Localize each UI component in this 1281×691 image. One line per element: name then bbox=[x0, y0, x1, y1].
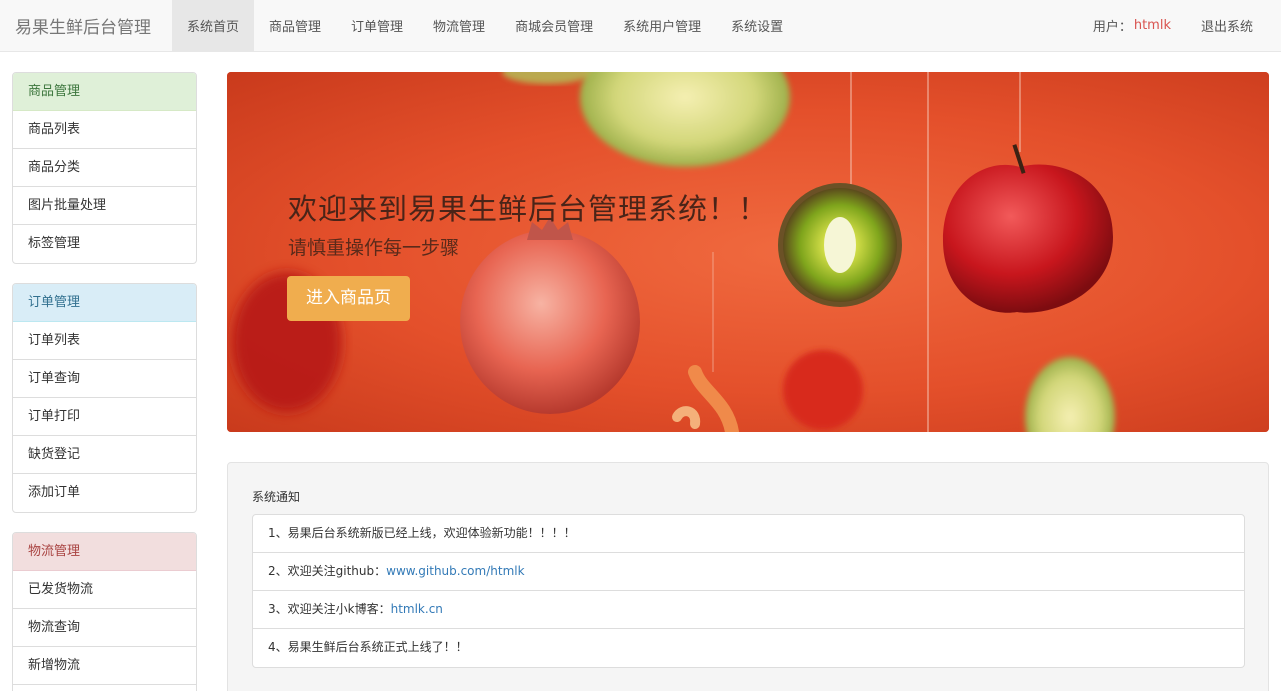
nav-logistics[interactable]: 物流管理 bbox=[418, 0, 500, 51]
sidebar-item-shipped[interactable]: 已发货物流 bbox=[13, 571, 196, 609]
notice-item: 2、欢迎关注github：www.github.com/htmlk bbox=[253, 553, 1244, 591]
sidebar-item-image-batch[interactable]: 图片批量处理 bbox=[13, 187, 196, 225]
panel-heading-logistics[interactable]: 物流管理 bbox=[13, 533, 196, 571]
sidebar-item-order-search[interactable]: 订单查询 bbox=[13, 360, 196, 398]
banner-title: 欢迎来到易果生鲜后台管理系统！！ bbox=[288, 192, 769, 226]
notice-list: 1、易果后台系统新版已经上线，欢迎体验新功能！！！！ 2、欢迎关注github：… bbox=[252, 514, 1245, 668]
panel-heading-orders[interactable]: 订单管理 bbox=[13, 284, 196, 322]
welcome-banner: 欢迎来到易果生鲜后台管理系统！！ 请慎重操作每一步骤 进入商品页 bbox=[227, 72, 1269, 432]
sidebar-item-goods-category[interactable]: 商品分类 bbox=[13, 149, 196, 187]
nav-system-users[interactable]: 系统用户管理 bbox=[608, 0, 716, 51]
logout-link[interactable]: 退出系统 bbox=[1186, 0, 1281, 51]
sidebar-item-add-order[interactable]: 添加订单 bbox=[13, 474, 196, 512]
sidebar-item-tags[interactable]: 标签管理 bbox=[13, 225, 196, 263]
sidebar-item-order-print[interactable]: 订单打印 bbox=[13, 398, 196, 436]
sidebar-panel-logistics: 物流管理 已发货物流 物流查询 新增物流 bbox=[12, 532, 197, 691]
brand-title[interactable]: 易果生鲜后台管理 bbox=[0, 0, 172, 51]
system-notice-panel: 系统通知 1、易果后台系统新版已经上线，欢迎体验新功能！！！！ 2、欢迎关注gi… bbox=[227, 462, 1269, 691]
nav-orders[interactable]: 订单管理 bbox=[336, 0, 418, 51]
banner-subtitle: 请慎重操作每一步骤 bbox=[288, 237, 460, 259]
nav-members[interactable]: 商城会员管理 bbox=[500, 0, 608, 51]
sidebar-item-order-list[interactable]: 订单列表 bbox=[13, 322, 196, 360]
blog-link[interactable]: htmlk.cn bbox=[391, 602, 443, 616]
panel-heading-goods[interactable]: 商品管理 bbox=[13, 73, 196, 111]
notice-item: 4、易果生鲜后台系统正式上线了！！ bbox=[268, 640, 468, 654]
notice-item: 1、易果后台系统新版已经上线，欢迎体验新功能！！！！ bbox=[253, 515, 1244, 553]
sidebar-panel-orders: 订单管理 订单列表 订单查询 订单打印 缺货登记 添加订单 bbox=[12, 283, 197, 513]
user-label: 用户： bbox=[1092, 20, 1132, 35]
sidebar-item-logistics-search[interactable]: 物流查询 bbox=[13, 609, 196, 647]
notice-title: 系统通知 bbox=[252, 490, 301, 504]
sidebar-item-add-logistics[interactable]: 新增物流 bbox=[13, 647, 196, 685]
top-navbar: 易果生鲜后台管理 系统首页 商品管理 订单管理 物流管理 商城会员管理 系统用户… bbox=[0, 0, 1281, 52]
enter-goods-button[interactable]: 进入商品页 bbox=[287, 276, 410, 321]
current-user: 用户： htmlk bbox=[1078, 0, 1186, 51]
sidebar-panel-goods: 商品管理 商品列表 商品分类 图片批量处理 标签管理 bbox=[12, 72, 197, 264]
nav-home[interactable]: 系统首页 bbox=[172, 0, 255, 51]
notice-item: 3、欢迎关注小k博客：htmlk.cn bbox=[253, 591, 1244, 629]
nav-settings[interactable]: 系统设置 bbox=[716, 0, 798, 51]
nav-goods[interactable]: 商品管理 bbox=[254, 0, 336, 51]
username[interactable]: htmlk bbox=[1134, 18, 1171, 33]
sidebar-item-out-of-stock[interactable]: 缺货登记 bbox=[13, 436, 196, 474]
github-link[interactable]: www.github.com/htmlk bbox=[386, 564, 524, 578]
sidebar-item-goods-list[interactable]: 商品列表 bbox=[13, 111, 196, 149]
